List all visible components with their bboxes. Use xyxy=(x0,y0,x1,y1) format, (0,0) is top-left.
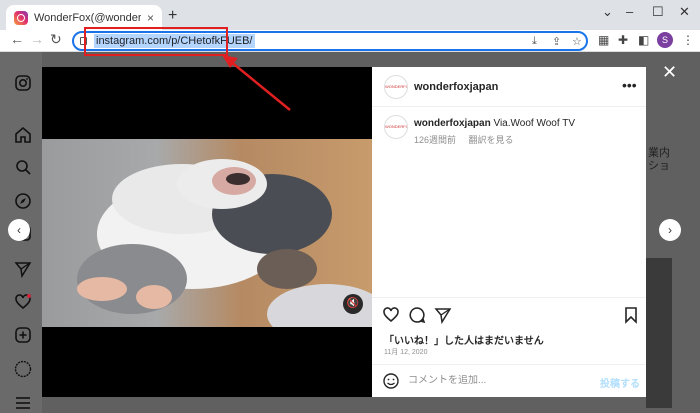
profile-avatar[interactable]: S xyxy=(657,32,673,48)
caption-text: Via.Woof Woof TV xyxy=(493,118,575,129)
mute-audio-icon[interactable]: 🔇 xyxy=(343,294,363,314)
close-window-button[interactable]: ✕ xyxy=(679,4,690,20)
back-arrow-icon[interactable]: ← xyxy=(10,31,24,47)
post-date[interactable]: 11月 12, 2020 xyxy=(384,347,427,357)
modal-close-icon[interactable]: ✕ xyxy=(662,62,677,83)
url-highlight-annotation xyxy=(84,27,228,56)
tab-title: WonderFox(@wonderfoxjapan) • xyxy=(34,11,141,24)
search-icon[interactable] xyxy=(14,158,32,176)
background-text-line: ショ xyxy=(648,160,670,172)
likes-text[interactable]: 「いいね！」した人はまだいません xyxy=(384,332,544,347)
background-text-line: 業内 xyxy=(648,147,670,159)
emoji-smiley-icon[interactable] xyxy=(382,372,400,390)
tab-search-icon[interactable]: ⌄ xyxy=(602,4,613,20)
comment-input[interactable] xyxy=(408,375,588,386)
puppy-illustration xyxy=(77,159,372,344)
maximize-button[interactable]: ☐ xyxy=(652,4,664,20)
share-send-icon[interactable] xyxy=(434,306,452,324)
more-menu-icon[interactable] xyxy=(14,394,32,412)
instagram-logo-icon[interactable] xyxy=(14,74,32,92)
likes-label: 「いいね！」した人はまだいません xyxy=(384,336,544,347)
post-actions-bar xyxy=(372,297,646,327)
see-translation-link[interactable]: 翻訳を見る xyxy=(469,135,514,145)
next-post-button[interactable]: › xyxy=(659,219,681,241)
messages-send-icon[interactable] xyxy=(14,260,32,278)
reload-icon[interactable]: ↻ xyxy=(50,31,62,48)
post-header: WONDERFOX wonderfoxjapan ••• xyxy=(372,67,646,107)
create-plus-icon[interactable] xyxy=(14,326,32,344)
post-video[interactable]: 🔇 xyxy=(42,67,372,397)
extensions-puzzle-icon[interactable]: ✚ xyxy=(618,33,628,47)
tab-close-icon[interactable]: × xyxy=(147,11,154,25)
like-heart-icon[interactable] xyxy=(382,306,400,324)
home-icon[interactable] xyxy=(14,126,32,144)
extension-grid-icon[interactable]: ▦ xyxy=(598,33,609,47)
caption-author-avatar[interactable]: WONDERFOX xyxy=(384,115,408,139)
caption-time[interactable]: 126週間前 xyxy=(414,135,456,145)
minimize-button[interactable]: – xyxy=(626,4,633,19)
instagram-favicon-icon xyxy=(14,10,28,25)
post-comment-button[interactable]: 投稿する xyxy=(600,375,640,390)
profile-icon[interactable] xyxy=(14,360,32,378)
comment-icon[interactable] xyxy=(408,306,426,324)
post-options-icon[interactable]: ••• xyxy=(622,77,637,93)
explore-compass-icon[interactable] xyxy=(14,192,32,210)
share-icon[interactable]: ⇪ xyxy=(552,35,561,48)
notifications-heart-icon[interactable] xyxy=(14,293,32,311)
bookmark-star-icon[interactable]: ☆ xyxy=(572,35,582,48)
comment-box: 投稿する xyxy=(372,364,646,397)
caption-meta: 126週間前 翻訳を見る xyxy=(414,133,524,146)
background-post-tile xyxy=(646,258,672,408)
install-icon[interactable]: ⤓ xyxy=(532,35,537,48)
side-panel-icon[interactable]: ◧ xyxy=(638,33,649,47)
save-bookmark-icon[interactable] xyxy=(622,306,640,324)
title-bar: WonderFox(@wonderfoxjapan) • × + ⌄ – ☐ ✕ xyxy=(0,0,700,30)
post-details-panel: WONDERFOX wonderfoxjapan ••• WONDERFOX w… xyxy=(372,67,646,397)
new-tab-button[interactable]: + xyxy=(168,7,177,25)
background-partial-text: 業内 ショ xyxy=(648,147,670,173)
previous-post-button[interactable]: ‹ xyxy=(8,219,30,241)
post-author-username[interactable]: wonderfoxjapan xyxy=(414,81,498,93)
post-author-avatar[interactable]: WONDERFOX xyxy=(384,75,408,99)
caption-username[interactable]: wonderfoxjapan xyxy=(414,118,491,129)
video-frame-image xyxy=(42,139,372,344)
post-caption: wonderfoxjapan Via.Woof Woof TV xyxy=(414,118,575,129)
browser-menu-icon[interactable]: ⋮ xyxy=(682,33,694,47)
forward-arrow-icon[interactable]: → xyxy=(30,31,44,47)
